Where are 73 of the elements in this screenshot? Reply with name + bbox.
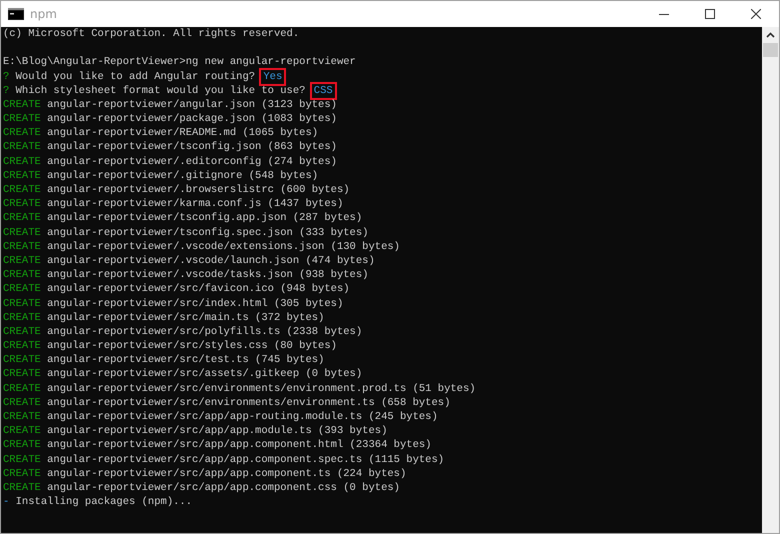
prompt-mark: ? (3, 84, 10, 98)
console-text: Would you like to add Angular routing? (16, 70, 256, 84)
console-text: Installing packages (npm)... (16, 495, 192, 510)
status-keyword: CREATE (3, 240, 41, 254)
status-keyword: CREATE (3, 98, 41, 112)
close-icon (751, 9, 761, 19)
console-text: angular-reportviewer/src/styles.css (80 bytes) (47, 339, 337, 354)
console-text: angular-reportviewer/tsconfig.json (863 bytes) (47, 140, 337, 155)
console-text: angular-reportviewer/package.json (1083 bytes) (47, 112, 337, 126)
status-keyword: CREATE (3, 438, 41, 453)
console-text: angular-reportviewer/src/main.ts (372 bytes) (47, 310, 324, 325)
console-text: angular-reportviewer/src/app/app.component.spec.ts (1115 bytes) (47, 452, 444, 467)
status-keyword: CREATE (3, 282, 41, 297)
console-text: angular-reportviewer/src/app/app-routing.module.ts (245 bytes) (47, 410, 438, 424)
console-text: angular-reportviewer/angular.json (3123 bytes) (47, 98, 337, 112)
progress-mark: - (3, 495, 10, 510)
console-text: angular-reportviewer/.vscode/launch.json (474 bytes) (47, 254, 375, 268)
prompt-mark: ? (3, 70, 10, 84)
console-text: angular-reportviewer/.vscode/extensions.json (130 bytes) (47, 240, 400, 254)
status-keyword: CREATE (3, 353, 41, 368)
status-keyword: CREATE (3, 226, 41, 240)
status-keyword: CREATE (3, 197, 41, 212)
status-keyword: CREATE (3, 154, 41, 169)
console-text: angular-reportviewer/src/app/app.component.html (23364 bytes) (47, 438, 432, 453)
console-text: angular-reportviewer/src/index.html (305 bytes) (47, 296, 344, 311)
status-keyword: CREATE (3, 211, 41, 226)
status-keyword: CREATE (3, 112, 41, 126)
status-keyword: CREATE (3, 324, 41, 340)
scrollbar[interactable] (762, 27, 779, 533)
status-keyword: CREATE (3, 183, 41, 198)
console-text: angular-reportviewer/.editorconfig (274 bytes) (47, 154, 337, 169)
console-text: (c) Microsoft Corporation. All rights reserved. (3, 27, 300, 42)
console-text: angular-reportviewer/src/environments/environment.ts (658 bytes) (47, 396, 450, 410)
console-text: angular-reportviewer/src/test.ts (745 bytes) (47, 353, 324, 368)
console-text: angular-reportviewer/src/assets/.gitkeep (0 bytes) (47, 367, 362, 382)
status-keyword: CREATE (3, 339, 41, 354)
console-text: angular-reportviewer/README.md (1065 bytes) (47, 126, 318, 140)
status-keyword: CREATE (3, 424, 41, 438)
status-keyword: CREATE (3, 466, 41, 481)
status-keyword: CREATE (3, 296, 41, 311)
console-text: Which stylesheet format would you like to use? (16, 84, 306, 98)
scroll-up-icon[interactable] (766, 32, 775, 38)
answer-text: Yes (261, 70, 284, 84)
maximize-icon (705, 9, 715, 19)
console-text: angular-reportviewer/src/app/app.component.css (0 bytes) (47, 480, 400, 496)
status-keyword: CREATE (3, 168, 41, 184)
console-text: angular-reportviewer/.gitignore (548 bytes) (47, 168, 318, 184)
status-keyword: CREATE (3, 310, 41, 325)
status-keyword: CREATE (3, 254, 41, 268)
console-text: angular-reportviewer/src/polyfills.ts (2338 bytes) (47, 324, 362, 340)
status-keyword: CREATE (3, 480, 41, 496)
scrollbar-thumb[interactable] (763, 43, 778, 57)
status-keyword: CREATE (3, 126, 41, 140)
console-text: angular-reportviewer/.browserslistrc (600 bytes) (47, 183, 350, 198)
status-keyword: CREATE (3, 452, 41, 467)
console-text: angular-reportviewer/karma.conf.js (1437 bytes) (47, 197, 344, 212)
console-text: angular-reportviewer/.vscode/tasks.json (938 bytes) (47, 268, 368, 282)
window-title: npm (30, 7, 57, 21)
console-text: angular-reportviewer/src/app/app.component.ts (224 bytes) (47, 466, 406, 481)
status-keyword: CREATE (3, 268, 41, 282)
console-text: angular-reportviewer/tsconfig.app.json (287 bytes) (47, 211, 362, 226)
console-text: angular-reportviewer/tsconfig.spec.json (333 bytes) (47, 226, 368, 240)
status-keyword: CREATE (3, 382, 41, 396)
console-icon (8, 8, 24, 20)
console-text: angular-reportviewer/src/environments/environment.prod.ts (51 bytes) (47, 382, 476, 396)
console-text: E:\Blog\Angular-ReportViewer>ng new angular-reportviewer (3, 55, 356, 70)
status-keyword: CREATE (3, 396, 41, 410)
status-keyword: CREATE (3, 367, 41, 382)
status-keyword: CREATE (3, 140, 41, 155)
console-text: angular-reportviewer/src/app/app.module.ts (393 bytes) (47, 424, 388, 438)
status-keyword: CREATE (3, 410, 41, 424)
answer-text: CSS (312, 84, 335, 98)
console-text: angular-reportviewer/src/favicon.ico (948 bytes) (47, 282, 350, 297)
